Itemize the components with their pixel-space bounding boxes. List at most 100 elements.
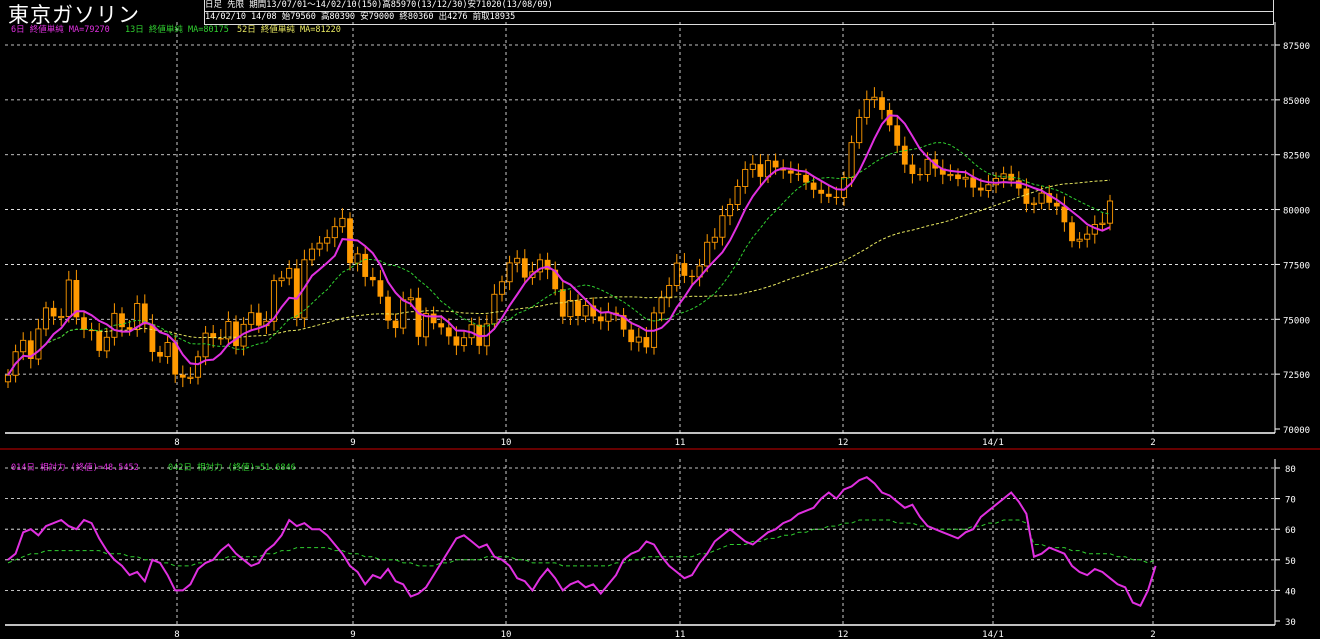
price-x-tick-label: 9 — [350, 438, 355, 448]
candle-body-up — [1106, 200, 1114, 224]
candle-body-up — [658, 297, 665, 314]
rsi-y-tick-label: 50 — [1285, 557, 1296, 567]
price-y-tick-label: 85000 — [1283, 97, 1310, 107]
candle-body-up — [711, 236, 718, 243]
candle-body-up — [1076, 238, 1083, 242]
candle-body-up — [1084, 233, 1091, 240]
rsi-y-tick-label: 30 — [1285, 618, 1296, 628]
rsi-x-tick-label: 8 — [174, 630, 179, 639]
candle-body-up — [1030, 202, 1038, 205]
candle-body-up — [164, 342, 171, 358]
candle-body-up — [734, 186, 741, 205]
rsi-y-tick-label: 80 — [1285, 465, 1296, 475]
candle-body-down — [217, 338, 224, 340]
candle-body-up — [316, 242, 323, 250]
rsi-y-tick-label: 60 — [1285, 526, 1296, 536]
candle-body-down — [293, 268, 300, 318]
candle-body-down — [233, 321, 239, 347]
candle-body-up — [20, 339, 27, 353]
rsi-x-tick-label: 11 — [675, 630, 686, 639]
rsi-x-tick-label: 12 — [838, 630, 849, 639]
candle-body-up — [202, 332, 209, 358]
candle-body-up — [35, 328, 42, 360]
candle-body-down — [179, 374, 186, 378]
candle-body-down — [1061, 206, 1068, 223]
candle-body-down — [1023, 188, 1030, 204]
candle-body-down — [1015, 180, 1022, 189]
candle-body-down — [757, 164, 764, 177]
candle-body-up — [506, 262, 513, 283]
candle-body-down — [818, 189, 825, 194]
rsi-x-tick-label: 10 — [501, 630, 512, 639]
price-y-tick-label: 82500 — [1283, 152, 1310, 162]
candle-body-down — [597, 316, 604, 322]
candle-body-up — [749, 163, 756, 170]
candle-body-down — [119, 313, 125, 328]
candle-body-down — [149, 324, 156, 352]
candle-body-up — [339, 217, 346, 228]
candle-body-up — [42, 307, 50, 330]
price-y-tick-label: 70000 — [1283, 426, 1310, 436]
candle-body-down — [1069, 222, 1075, 242]
candle-body-down — [430, 313, 437, 324]
candle-body-up — [947, 174, 954, 177]
candle-body-up — [65, 279, 72, 317]
candle-body-down — [681, 263, 688, 276]
candle-body-down — [453, 336, 460, 346]
price-x-tick-label: 10 — [501, 438, 512, 448]
price-x-tick-label: 12 — [838, 438, 849, 448]
candle-body-up — [1099, 222, 1106, 225]
candle-body-up — [985, 184, 992, 191]
candle-body-up — [666, 285, 673, 299]
candle-body-down — [445, 327, 452, 337]
candle-body-up — [498, 281, 506, 295]
candle-body-up — [491, 293, 498, 325]
candle-body-down — [825, 193, 832, 197]
candle-body-down — [88, 329, 95, 332]
candle-body-up — [704, 241, 711, 267]
price-x-tick-label: 8 — [174, 438, 179, 448]
candle-body-up — [605, 312, 612, 322]
candle-body-down — [901, 145, 908, 165]
candle-body-up — [4, 374, 12, 383]
candle-body-down — [643, 337, 650, 348]
candle-body-down — [392, 320, 399, 329]
candle-body-down — [833, 196, 840, 199]
candle-body-up — [187, 376, 194, 379]
price-y-tick-label: 80000 — [1283, 207, 1310, 217]
candle-body-up — [58, 315, 65, 319]
candle-body-up — [194, 356, 202, 378]
price-x-tick-label: 11 — [675, 438, 686, 448]
candle-body-down — [157, 351, 163, 357]
candle-body-down — [909, 164, 916, 175]
candle-body-down — [362, 253, 369, 277]
candle-body-down — [255, 312, 262, 326]
candle-body-down — [438, 323, 445, 328]
candle-body-up — [324, 237, 331, 244]
candle-body-up — [278, 277, 285, 282]
rsi-x-tick-label: 14/1 — [982, 630, 1004, 639]
price-x-tick-label: 14/1 — [982, 438, 1004, 448]
candle-body-up — [225, 321, 232, 340]
candle-body-up — [308, 248, 316, 261]
candle-body-up — [871, 96, 878, 101]
candle-body-up — [567, 299, 574, 318]
candle-body-down — [377, 280, 384, 297]
rsi-x-tick-label: 9 — [350, 630, 355, 639]
candle-body-down — [772, 160, 779, 168]
candle-body-down — [415, 297, 422, 337]
candle-body-up — [719, 215, 726, 238]
candle-body-down — [369, 276, 376, 281]
candle-body-up — [1038, 192, 1045, 204]
candle-body-up — [848, 142, 855, 178]
candle-body-up — [1000, 173, 1007, 179]
candle-body-down — [689, 275, 695, 278]
price-x-tick-label: 2 — [1150, 438, 1155, 448]
candle-body-down — [894, 125, 901, 146]
candle-body-up — [331, 226, 338, 239]
rsi-x-tick-label: 2 — [1150, 630, 1155, 639]
candle-body-up — [248, 312, 255, 325]
candle-body-down — [795, 173, 802, 175]
rsi42-line — [7, 519, 1156, 567]
price-y-tick-label: 77500 — [1283, 261, 1310, 271]
